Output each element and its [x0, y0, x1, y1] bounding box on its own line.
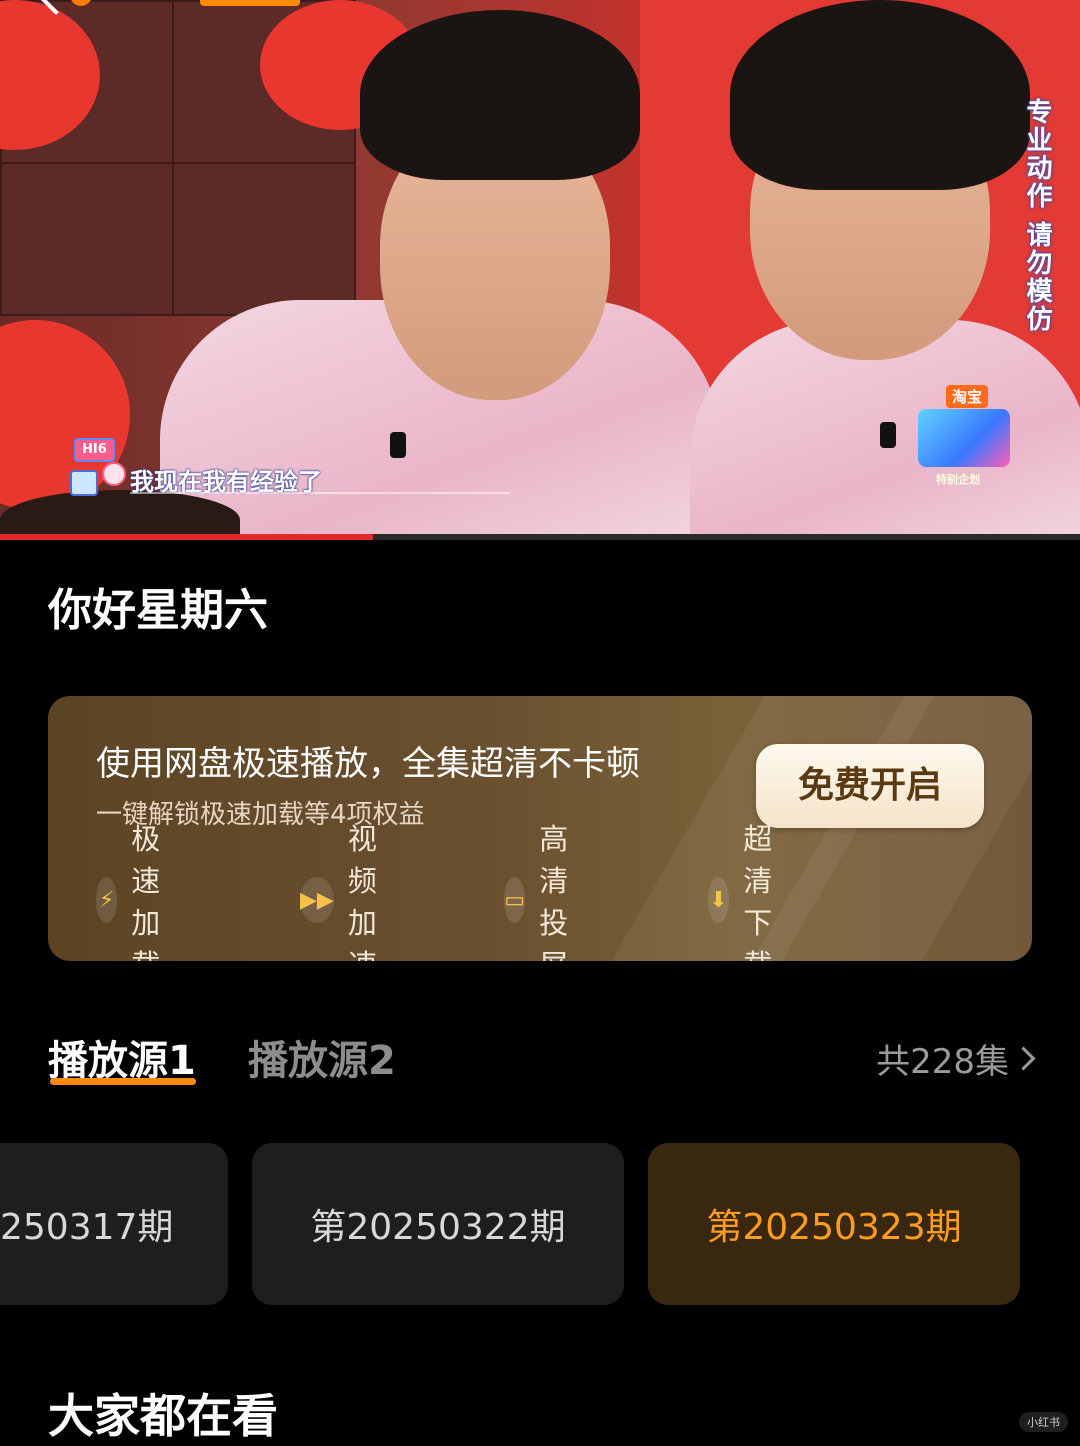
fast-forward-icon: ▶▶	[300, 877, 334, 923]
benefit-item: ⬇ 超清下载	[708, 822, 797, 961]
episode-label: 第20250322期	[310, 1207, 566, 1248]
episode-item[interactable]: 第20250322期	[252, 1143, 624, 1305]
chevron-right-icon	[1011, 1046, 1036, 1071]
video-player[interactable]: 专业动作 请勿模仿 淘宝 特别企划 HI6 我现在我有经验了	[0, 0, 1080, 540]
subtitle-badge: HI6	[74, 438, 115, 462]
promo-card[interactable]: 使用网盘极速播放，全集超清不卡顿 一键解锁极速加载等4项权益 免费开启 ⚡ 极速…	[48, 696, 1032, 961]
benefit-item: ⚡ 极速加载	[96, 822, 185, 961]
logo-graphic	[918, 409, 1010, 467]
source-tabs: 播放源1 播放源2 共228集	[48, 1028, 1036, 1098]
tab-source-2[interactable]: 播放源2	[248, 1028, 396, 1086]
tab-underline	[50, 1078, 196, 1085]
show-logo: 淘宝 特别企划	[918, 385, 1010, 486]
avatar-icon	[102, 462, 126, 486]
platform-watermark: 小红书	[1019, 1412, 1068, 1432]
logo-tag: 淘宝	[946, 385, 989, 408]
episode-label: 第20250323期	[706, 1207, 962, 1248]
benefit-item: ▶▶ 视频加速	[300, 822, 389, 961]
benefit-label: 高清投屏	[539, 822, 569, 961]
subtitle-overlay: HI6 我现在我有经验了	[70, 434, 510, 496]
benefit-item: ▭ 高清投屏	[504, 822, 593, 961]
watermark-text: 专业动作 请勿模仿	[1022, 98, 1052, 334]
progress-fill	[0, 534, 373, 540]
benefit-label: 极速加载	[131, 822, 161, 961]
benefit-label: 视频加速	[347, 822, 377, 961]
episode-count-link[interactable]: 共228集	[876, 1034, 1036, 1083]
episode-label: 250317期	[0, 1207, 174, 1248]
background-tile	[0, 162, 174, 316]
promo-title: 使用网盘极速播放，全集超清不卡顿	[96, 744, 640, 784]
episode-count-label: 共228集	[876, 1042, 1009, 1082]
page-title: 你好星期六	[48, 585, 268, 636]
benefit-label: 超清下载	[743, 822, 773, 961]
progress-bar[interactable]	[0, 534, 1080, 540]
background-tile	[172, 162, 356, 316]
chat-icon	[70, 470, 98, 496]
section-title: 大家都在看	[48, 1389, 278, 1443]
episode-item-selected[interactable]: 第20250323期	[648, 1143, 1020, 1305]
cast-screen-icon: ▭	[504, 877, 526, 923]
logo-subtext: 特别企划	[936, 473, 980, 486]
download-icon: ⬇	[708, 877, 730, 923]
episode-list: 250317期 第20250322期 第20250323期	[0, 1143, 1080, 1305]
episode-item[interactable]: 250317期	[0, 1143, 228, 1305]
channel-logo	[70, 0, 300, 8]
subtitle-line	[130, 492, 510, 494]
lightning-icon: ⚡	[96, 877, 118, 923]
